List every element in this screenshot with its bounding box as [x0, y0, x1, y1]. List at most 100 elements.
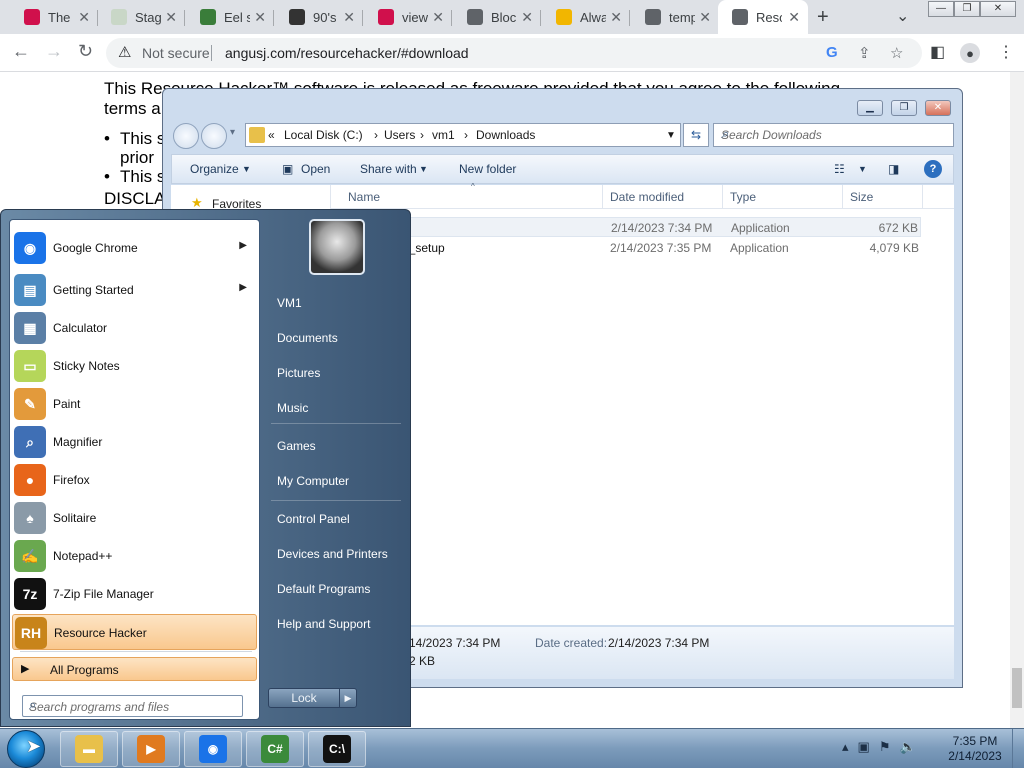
breadcrumb-chevron-icon[interactable]: › [420, 128, 424, 142]
browser-tab[interactable]: Stag ✕ [97, 0, 185, 34]
preview-pane-icon[interactable]: ◨ [888, 162, 899, 176]
new-tab-button[interactable]: + [817, 6, 829, 29]
organize-button[interactable]: Organize [190, 162, 239, 176]
explorer-minimize-button[interactable]: ▁ [857, 100, 883, 116]
tab-close-icon[interactable]: ✕ [343, 9, 355, 26]
column-type[interactable]: Type [730, 190, 756, 204]
google-lens-icon[interactable]: G [826, 44, 838, 61]
help-icon[interactable]: ? [924, 160, 942, 178]
column-divider[interactable] [602, 185, 603, 209]
column-divider[interactable] [722, 185, 723, 209]
taskbar-app-explorer[interactable]: ▬ [60, 731, 118, 767]
start-link[interactable]: Pictures [277, 366, 320, 380]
taskbar-app-media-player[interactable]: ▶ [122, 731, 180, 767]
start-program-item[interactable]: ⌕ Magnifier [12, 424, 257, 460]
user-picture-avatar[interactable] [309, 219, 365, 275]
breadcrumb-chevron-icon[interactable]: › [374, 128, 378, 142]
start-link[interactable]: Help and Support [277, 617, 370, 631]
breadcrumb-chevron-icon[interactable]: › [464, 128, 468, 142]
start-program-item[interactable]: ▦ Calculator [12, 310, 257, 346]
tab-close-icon[interactable]: ✕ [254, 9, 266, 26]
reload-icon[interactable]: ↻ [78, 41, 93, 62]
open-icon[interactable]: ▣ [282, 162, 293, 176]
side-panel-icon[interactable]: ◧ [930, 42, 945, 62]
view-chevron-icon[interactable]: ▼ [858, 164, 867, 174]
tab-close-icon[interactable]: ✕ [432, 9, 444, 26]
refresh-icon[interactable]: ⇆ [683, 123, 709, 147]
url-text[interactable]: angusj.com/resourcehacker/#download [225, 45, 469, 61]
volume-icon[interactable]: 🔈 [899, 739, 924, 754]
breadcrumb-overflow[interactable]: « [268, 128, 275, 142]
minimize-button[interactable]: — [928, 1, 954, 17]
start-link[interactable]: Default Programs [277, 582, 370, 596]
browser-tab[interactable]: 90's ✕ [275, 0, 363, 34]
browser-tab[interactable]: temp ✕ [631, 0, 719, 34]
column-name[interactable]: Name [348, 190, 380, 204]
start-program-item[interactable]: ▭ Sticky Notes [12, 348, 257, 384]
column-date-modified[interactable]: Date modified [610, 190, 684, 204]
network-icon[interactable]: ▣ [858, 739, 879, 754]
tab-close-icon[interactable]: ✕ [78, 9, 90, 26]
search-icon[interactable]: ⌕ [29, 697, 237, 713]
explorer-address-bar[interactable]: « Local Disk (C:) › Users › vm1 › Downlo… [245, 123, 681, 147]
action-center-flag-icon[interactable]: ⚑ [879, 739, 900, 754]
share-with-button[interactable]: Share with [360, 162, 417, 176]
file-row[interactable]: er_setup 2/14/2023 7:35 PM Application 4… [331, 238, 921, 258]
lock-button[interactable]: Lock [268, 688, 340, 708]
start-link[interactable]: Control Panel [277, 512, 350, 526]
system-clock[interactable]: 7:35 PM 2/14/2023 [940, 734, 1010, 764]
show-hidden-icons-chevron-icon[interactable]: ▴ [842, 739, 858, 754]
breadcrumb-vm1[interactable]: vm1 [432, 128, 455, 142]
start-program-item[interactable]: ✎ Paint [12, 386, 257, 422]
show-desktop-button[interactable] [1012, 729, 1024, 768]
breadcrumb-downloads[interactable]: Downloads [476, 128, 535, 142]
taskbar-app-chrome[interactable]: ◉ [184, 731, 242, 767]
tab-close-icon[interactable]: ✕ [165, 9, 177, 26]
breadcrumb-local-disk[interactable]: Local Disk (C:) [284, 128, 363, 142]
security-label[interactable]: Not secure [142, 45, 210, 61]
browser-tab[interactable]: Bloc ✕ [453, 0, 541, 34]
start-link[interactable]: Games [277, 439, 316, 453]
start-program-item[interactable]: ✍ Notepad++ [12, 538, 257, 574]
forward-button[interactable] [201, 123, 227, 149]
column-size[interactable]: Size [850, 190, 873, 204]
start-program-item[interactable]: ▤ Getting Started ▶ [12, 272, 257, 308]
share-chevron-icon[interactable]: ▼ [419, 164, 428, 174]
back-arrow-icon[interactable]: ← [12, 41, 30, 62]
breadcrumb-users[interactable]: Users [384, 128, 415, 142]
start-link[interactable]: My Computer [277, 474, 349, 488]
browser-tab[interactable]: The ✕ [10, 0, 98, 34]
all-programs-button[interactable]: ▶ All Programs [12, 657, 257, 681]
browser-tab[interactable]: Eel s ✕ [186, 0, 274, 34]
explorer-maximize-button[interactable]: ❐ [891, 100, 917, 116]
page-scrollbar[interactable] [1010, 72, 1024, 728]
start-program-item[interactable]: ● Firefox [12, 462, 257, 498]
start-program-item[interactable]: RH Resource Hacker [12, 614, 257, 650]
column-divider[interactable] [922, 185, 923, 209]
start-program-item[interactable]: 7z 7-Zip File Manager [12, 576, 257, 612]
browser-tab[interactable]: Alwa ✕ [542, 0, 630, 34]
tab-close-icon[interactable]: ✕ [521, 9, 533, 26]
new-folder-button[interactable]: New folder [459, 162, 516, 176]
view-options-icon[interactable]: ☷ [834, 162, 845, 176]
start-search-input[interactable]: Search programs and files ⌕ [22, 695, 243, 717]
close-window-button[interactable]: ✕ [980, 1, 1016, 17]
address-bar[interactable]: ⚠ Not secure angusj.com/resourcehacker/#… [106, 38, 922, 68]
address-dropdown-icon[interactable]: ▼ [666, 130, 676, 141]
bookmark-star-icon[interactable]: ☆ [890, 44, 903, 62]
open-button[interactable]: Open [301, 162, 330, 176]
shutdown-options-arrow-icon[interactable]: ▶ [339, 688, 357, 708]
submenu-arrow-icon[interactable]: ▶ [239, 282, 247, 293]
restore-button[interactable]: ❐ [954, 1, 980, 17]
forward-arrow-icon[interactable]: → [45, 41, 63, 62]
profile-avatar-icon[interactable]: ● [960, 43, 980, 63]
share-icon[interactable]: ⇪ [858, 44, 871, 62]
start-link[interactable]: Music [277, 401, 308, 415]
file-row[interactable]: 2/14/2023 7:34 PM Application 672 KB [331, 217, 921, 237]
start-link[interactable]: Devices and Printers [277, 547, 388, 561]
search-icon[interactable]: ⌕ [721, 126, 947, 142]
submenu-arrow-icon[interactable]: ▶ [239, 240, 247, 251]
start-program-item[interactable]: ◉ Google Chrome ▶ [12, 230, 257, 266]
organize-chevron-icon[interactable]: ▼ [242, 164, 251, 174]
menu-kebab-icon[interactable]: ⋮ [998, 42, 1014, 62]
